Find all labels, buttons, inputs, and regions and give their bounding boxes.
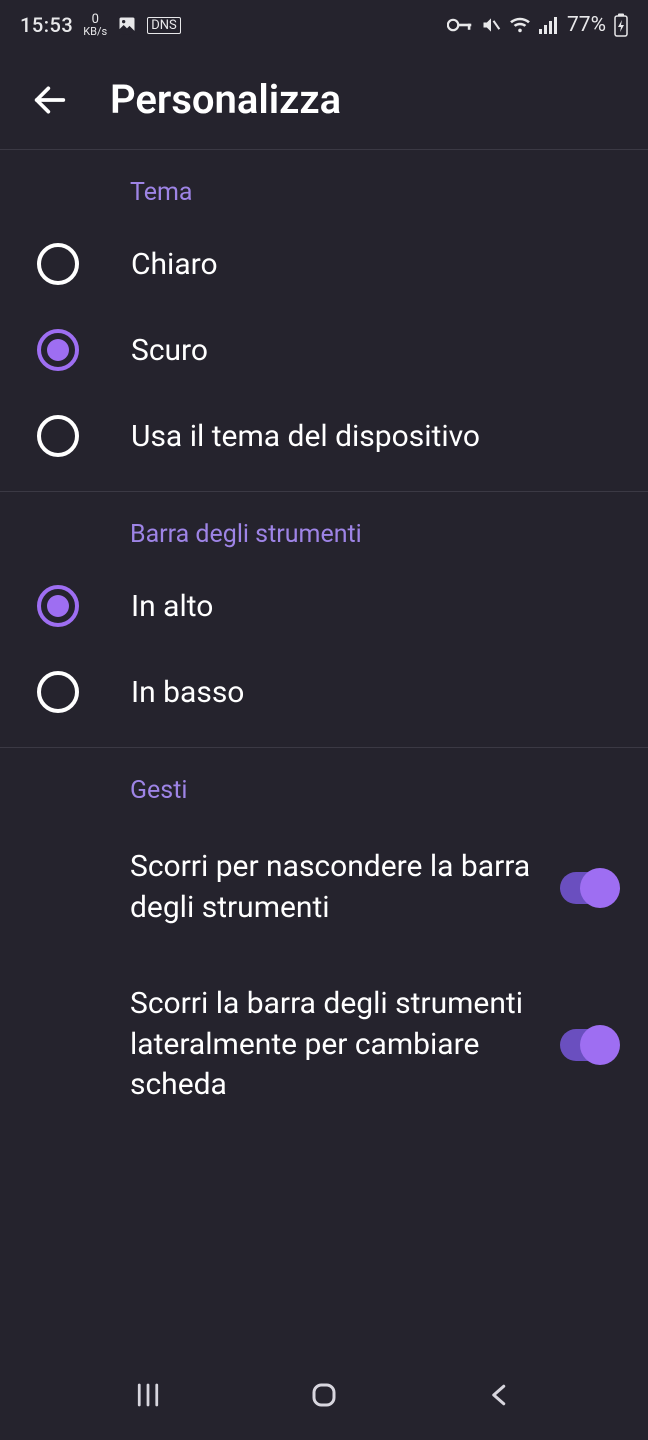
radio-theme-light[interactable]: Chiaro xyxy=(0,221,648,307)
section-header-theme: Tema xyxy=(0,150,648,221)
radio-theme-device[interactable]: Usa il tema del dispositivo xyxy=(0,393,648,479)
radio-icon xyxy=(37,329,79,371)
image-icon xyxy=(117,15,137,35)
battery-icon xyxy=(614,13,628,37)
radio-icon xyxy=(37,415,79,457)
wifi-icon xyxy=(509,16,531,34)
network-speed: 0 KB/s xyxy=(83,13,107,37)
vpn-key-icon xyxy=(447,16,473,34)
radio-label: Usa il tema del dispositivo xyxy=(131,419,480,454)
radio-toolbar-bottom[interactable]: In basso xyxy=(0,649,648,735)
radio-label: Chiaro xyxy=(131,247,218,282)
radio-icon xyxy=(37,243,79,285)
toggle-switch[interactable] xyxy=(560,872,618,904)
mute-icon xyxy=(481,15,501,35)
toggle-label: Scorri la barra degli strumenti lateralm… xyxy=(130,984,540,1106)
toggle-switch[interactable] xyxy=(560,1029,618,1061)
toggle-swipe-tabs[interactable]: Scorri la barra degli strumenti lateralm… xyxy=(0,956,648,1134)
nav-home-icon[interactable] xyxy=(294,1375,354,1415)
page-title: Personalizza xyxy=(110,76,341,123)
radio-icon xyxy=(37,671,79,713)
battery-percentage: 77% xyxy=(567,13,606,37)
nav-recents-icon[interactable] xyxy=(118,1375,178,1415)
nav-bar xyxy=(0,1360,648,1440)
section-header-gestures: Gesti xyxy=(0,748,648,819)
radio-toolbar-top[interactable]: In alto xyxy=(0,563,648,649)
status-bar: 15:53 0 KB/s DNS 77% xyxy=(0,0,648,50)
toggle-label: Scorri per nascondere la barra degli str… xyxy=(130,847,540,928)
radio-label: In alto xyxy=(131,589,213,624)
radio-label: Scuro xyxy=(131,333,208,368)
clock: 15:53 xyxy=(20,13,73,37)
back-icon[interactable] xyxy=(30,80,70,120)
app-bar: Personalizza xyxy=(0,50,648,150)
signal-icon xyxy=(539,16,559,34)
radio-label: In basso xyxy=(131,675,244,710)
radio-icon xyxy=(37,585,79,627)
section-header-toolbar: Barra degli strumenti xyxy=(0,492,648,563)
dns-badge: DNS xyxy=(147,17,181,34)
status-right: 77% xyxy=(447,13,628,37)
status-left: 15:53 0 KB/s DNS xyxy=(20,13,181,37)
nav-back-icon[interactable] xyxy=(470,1375,530,1415)
radio-theme-dark[interactable]: Scuro xyxy=(0,307,648,393)
toggle-hide-toolbar[interactable]: Scorri per nascondere la barra degli str… xyxy=(0,819,648,956)
